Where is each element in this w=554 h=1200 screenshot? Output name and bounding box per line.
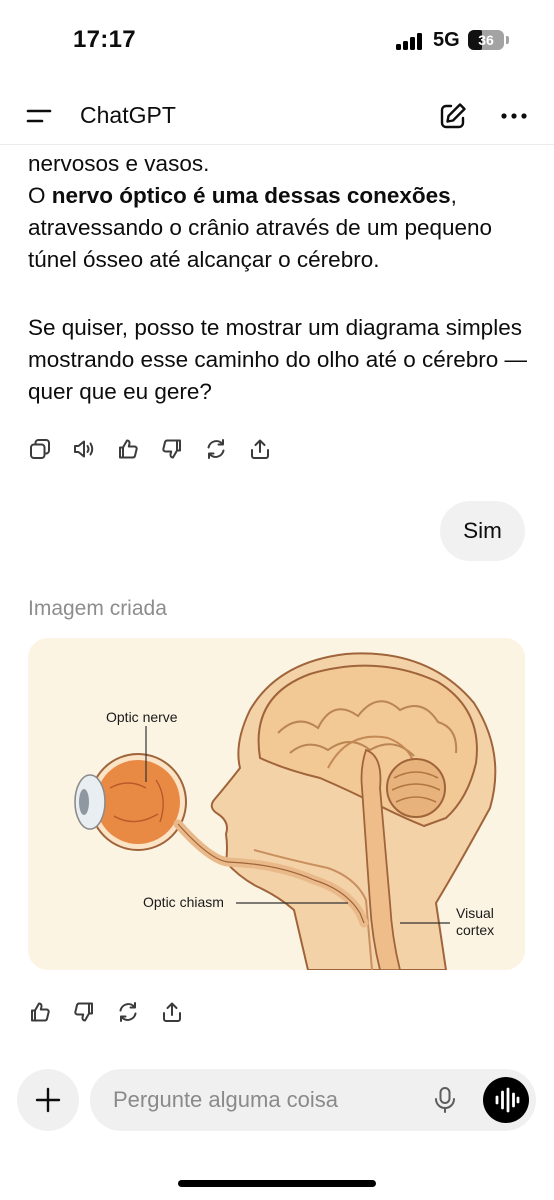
battery-icon: 36 [468,30,504,50]
new-chat-button[interactable] [438,101,468,131]
read-aloud-icon[interactable] [72,437,96,461]
input-placeholder: Pergunte alguma coisa [113,1087,339,1112]
menu-button[interactable] [25,104,55,128]
voice-mode-icon [495,1087,520,1113]
label-optic-nerve: Optic nerve [106,709,178,725]
status-time: 17:17 [73,26,136,53]
thumbs-down-icon[interactable] [160,437,184,461]
more-icon [501,113,527,119]
message-actions [28,437,292,463]
voice-mode-button[interactable] [483,1077,529,1123]
label-visual-cortex-2: cortex [456,922,494,938]
app-title[interactable]: ChatGPT [80,102,176,129]
dictation-button[interactable] [432,1086,458,1114]
new-chat-icon [440,103,466,129]
anatomy-illustration: Optic nerve Optic chiasm Visual cortex [74,652,497,970]
share-icon[interactable] [248,437,272,461]
network-type: 5G [433,29,460,51]
image-actions [28,1000,204,1026]
generated-image[interactable]: Optic nerve Optic chiasm Visual cortex [28,638,525,970]
home-indicator [178,1180,376,1187]
regenerate-icon[interactable] [204,437,228,461]
mic-icon [435,1087,455,1113]
copy-icon[interactable] [28,437,52,461]
battery-cap [506,36,509,44]
assistant-text-line: nervosos e vasos. [28,151,210,176]
thumbs-up-icon[interactable] [116,437,140,461]
image-caption: Imagem criada [28,597,167,620]
assistant-paragraph: O nervo óptico é uma dessas conexões, at… [28,180,528,276]
attach-button[interactable] [17,1069,79,1131]
user-message-bubble[interactable]: Sim [440,501,525,561]
message-input[interactable]: Pergunte alguma coisa [90,1069,536,1131]
label-optic-chiasm: Optic chiasm [143,894,224,910]
iris [96,760,180,844]
assistant-paragraph: Se quiser, posso te mostrar um diagrama … [28,315,528,404]
bold-text: nervo óptico é uma dessas conexões [51,183,451,208]
share-icon[interactable] [160,1000,184,1024]
plus-icon [35,1087,61,1113]
regenerate-icon[interactable] [116,1000,140,1024]
thumbs-up-icon[interactable] [28,1000,52,1024]
label-visual-cortex-1: Visual [456,905,494,921]
status-bar: 17:17 5G 36 [0,0,554,80]
battery-level: 36 [478,32,494,48]
thumbs-down-icon[interactable] [72,1000,96,1024]
more-options-button[interactable] [498,104,530,128]
text-segment: O [28,183,52,208]
chat-header: ChatGPT [0,86,554,145]
menu-icon [26,109,52,123]
signal-icon [396,33,424,50]
